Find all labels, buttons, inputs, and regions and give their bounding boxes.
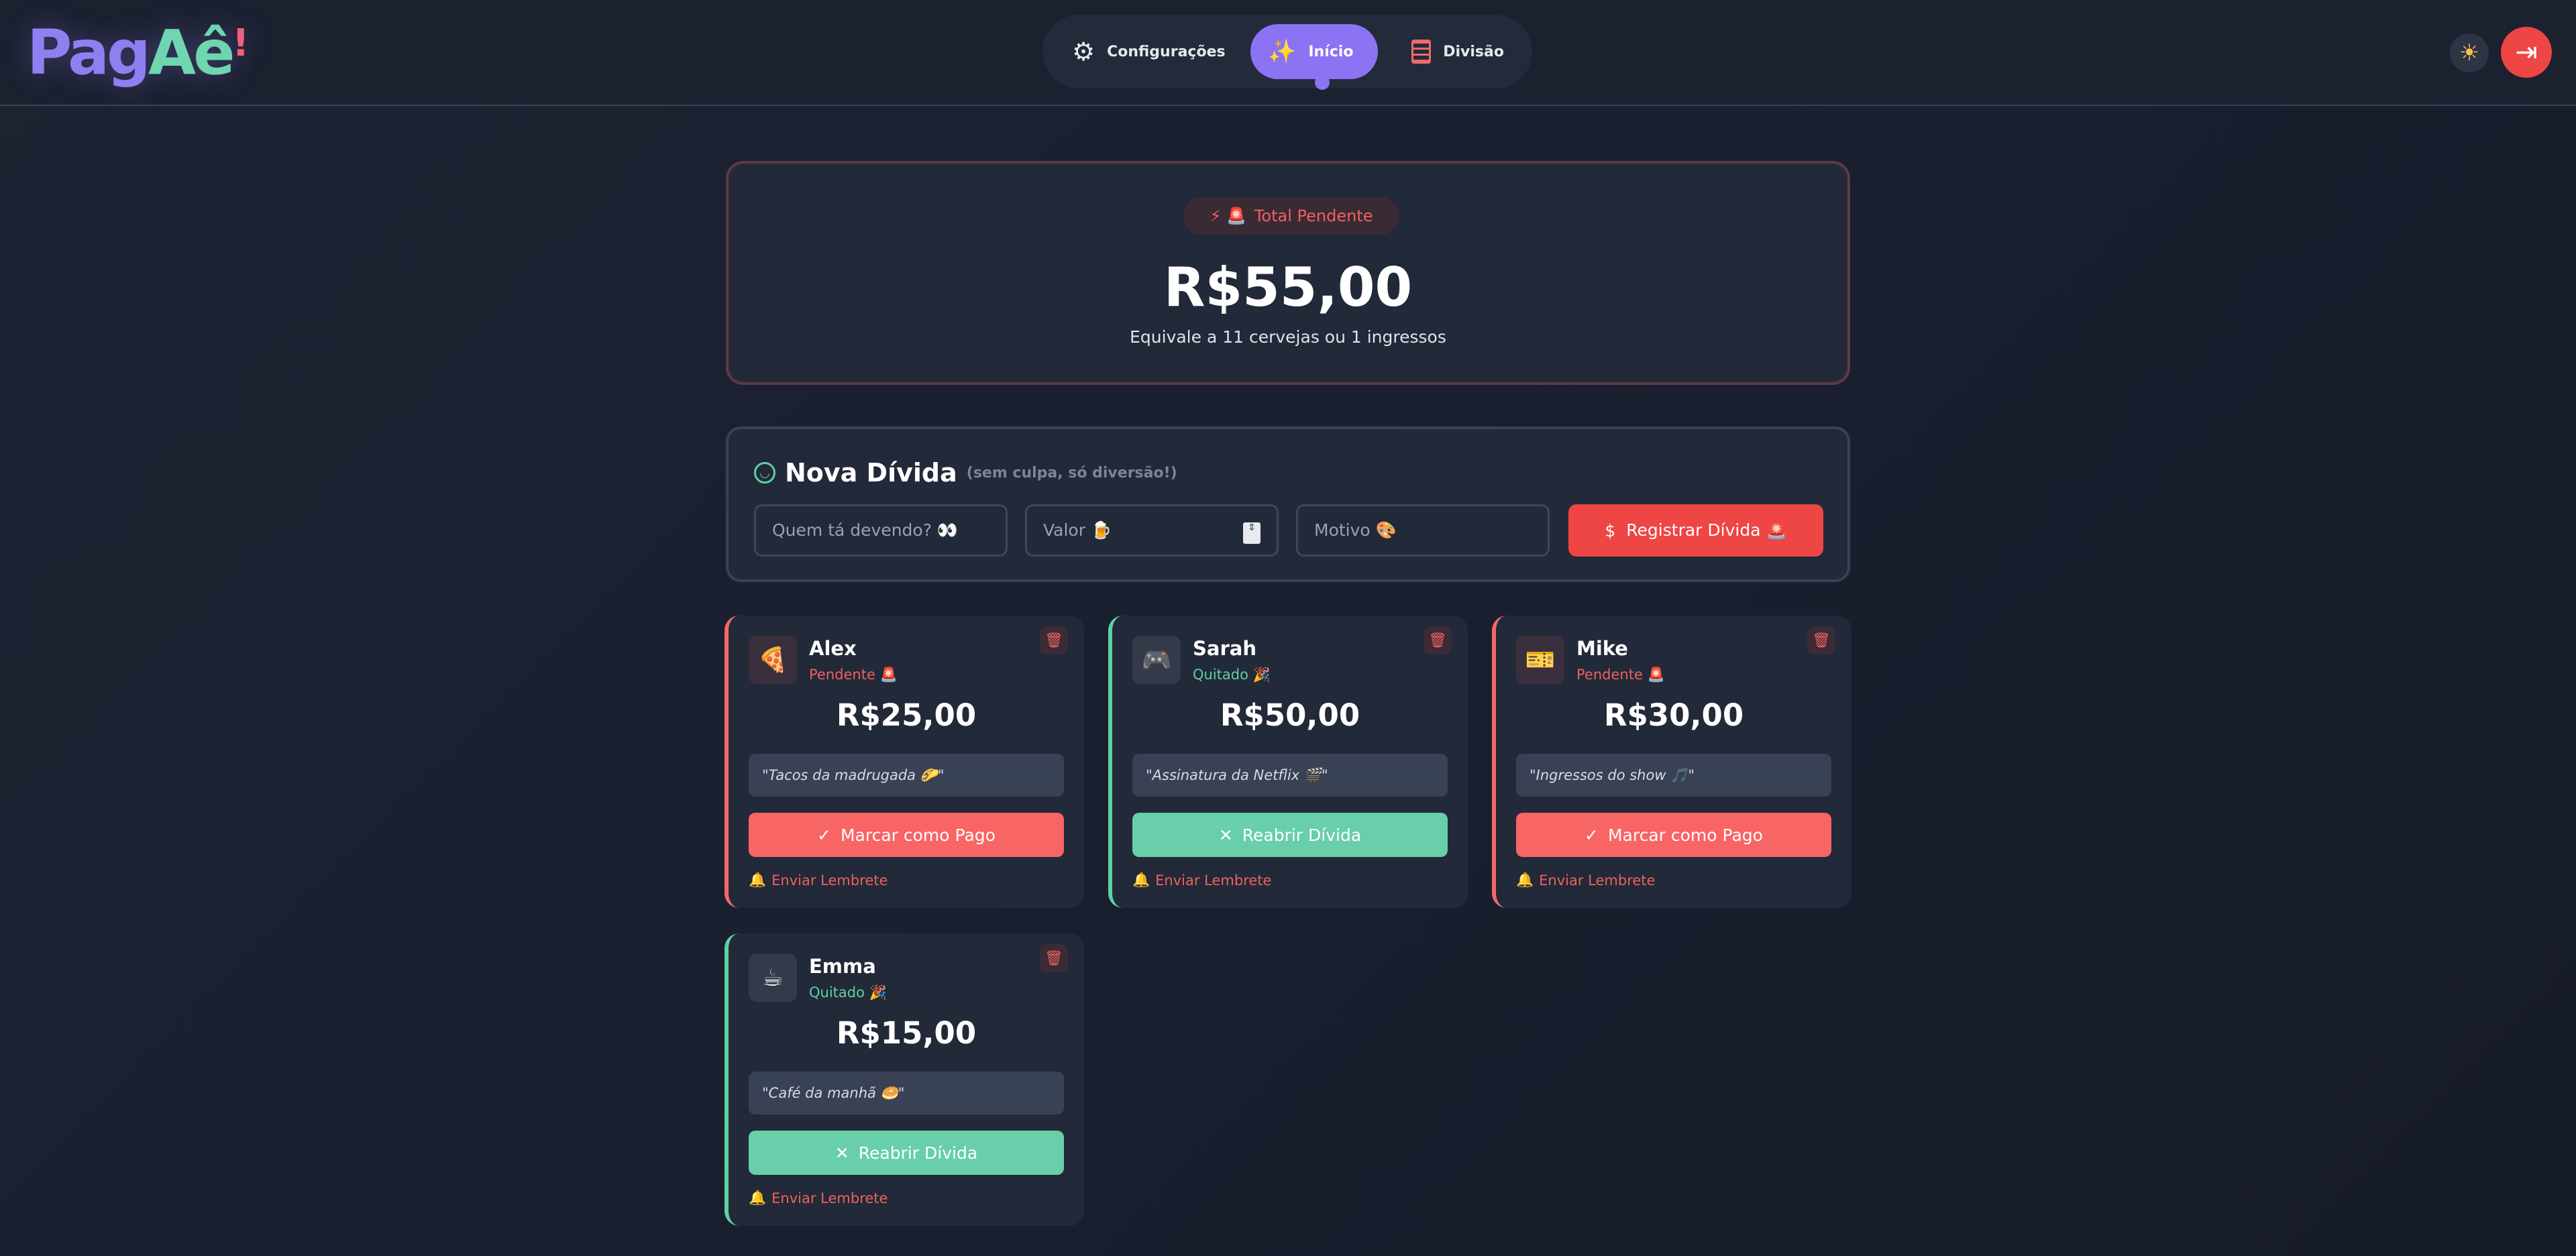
debtor-name-placeholder: Quem tá devendo? 👀 [772, 520, 959, 540]
total-pending-card: ⚡ 🚨 Total Pendente R$55,00 Equivale a 11… [726, 161, 1850, 385]
bell-icon: 🔔 [749, 1190, 767, 1206]
total-pending-badge: ⚡ 🚨 Total Pendente [1183, 197, 1399, 235]
logout-button[interactable]: ⇥ [2501, 27, 2552, 78]
close-icon: ✕ [835, 1143, 849, 1163]
avatar: 🍕 [749, 636, 797, 684]
check-icon: ✓ [1585, 825, 1599, 845]
avatar: 🎮 [1132, 636, 1181, 684]
action-label: Marcar como Pago [1607, 825, 1763, 845]
alert-icons: ⚡ 🚨 [1210, 207, 1246, 225]
status-badge: Quitado 🎉 [1193, 667, 1271, 683]
nav-item-configuracoes[interactable]: ⚙ Configurações [1055, 24, 1226, 79]
sparkles-icon: ✨ [1268, 38, 1297, 65]
check-icon: ✓ [817, 825, 831, 845]
sun-icon: ☀ [2459, 40, 2480, 66]
app-logo[interactable]: PagAê ! [27, 16, 250, 90]
trash-icon: 🗑 [1044, 950, 1063, 967]
mark-paid-button[interactable]: ✓ Marcar como Pago [749, 813, 1064, 857]
reopen-debt-button[interactable]: ✕ Reabrir Dívida [749, 1131, 1064, 1175]
main-nav: ⚙ Configurações ✨ Início Divisão [1042, 15, 1532, 89]
debt-reason: "Tacos da madrugada 🌮" [749, 754, 1064, 797]
dollar-icon: $ [1605, 520, 1616, 540]
trash-icon: 🗑 [1428, 632, 1447, 649]
total-amount: R$55,00 [1163, 256, 1413, 319]
send-reminder-link[interactable]: 🔔 Enviar Lembrete [1516, 872, 1655, 889]
action-label: Marcar como Pago [840, 825, 996, 845]
debt-reason: "Café da manhã 🥯" [749, 1072, 1064, 1115]
avatar: ☕ [749, 954, 797, 1002]
debt-amount: R$50,00 [1220, 697, 1360, 733]
remind-label: Enviar Lembrete [771, 1190, 888, 1206]
total-equivalent: Equivale a 11 cervejas ou 1 ingressos [1130, 327, 1446, 347]
remind-label: Enviar Lembrete [771, 872, 888, 889]
nav-label: Divisão [1443, 43, 1504, 60]
top-bar: PagAê ! ⚙ Configurações ✨ Início Divisão… [0, 0, 2576, 106]
nav-item-divisao[interactable]: Divisão [1394, 24, 1521, 79]
badge-label: Total Pendente [1254, 207, 1373, 225]
register-debt-label: Registrar Dívida 🚨 [1626, 520, 1787, 540]
logo-text-accent: Aê [148, 17, 235, 89]
number-spinner-icon[interactable]: ⇕ [1243, 522, 1260, 544]
logo-text-main: Pag [27, 17, 151, 89]
debtor-card: ☕ Emma Quitado 🎉 🗑 R$15,00 "Café da manh… [724, 933, 1084, 1226]
bell-icon: 🔔 [1132, 872, 1150, 888]
send-reminder-link[interactable]: 🔔 Enviar Lembrete [749, 1190, 888, 1206]
bell-icon: 🔔 [1516, 872, 1534, 888]
debt-reason: "Assinatura da Netflix 🎬" [1132, 754, 1448, 797]
debt-amount: R$15,00 [836, 1015, 977, 1051]
reopen-debt-button[interactable]: ✕ Reabrir Dívida [1132, 813, 1448, 857]
remind-label: Enviar Lembrete [1155, 872, 1272, 889]
delete-button[interactable]: 🗑 [1807, 626, 1835, 654]
action-label: Reabrir Dívida [858, 1143, 978, 1163]
active-nav-indicator [1315, 75, 1330, 90]
debt-value-input[interactable]: Valor 🍺 ⇕ [1025, 504, 1279, 557]
debtor-name: Sarah [1193, 637, 1256, 660]
smile-icon: ◡ [754, 462, 775, 483]
logo-exclamation: ! [232, 21, 250, 65]
debt-reason-placeholder: Motivo 🎨 [1314, 520, 1397, 540]
delete-button[interactable]: 🗑 [1040, 626, 1068, 654]
logout-icon: ⇥ [2515, 37, 2538, 68]
theme-toggle-button[interactable]: ☀ [2450, 34, 2489, 72]
debt-reason-input[interactable]: Motivo 🎨 [1296, 504, 1550, 557]
debt-amount: R$30,00 [1603, 697, 1744, 733]
status-badge: Pendente 🚨 [809, 667, 898, 683]
debtor-name-input[interactable]: Quem tá devendo? 👀 [754, 504, 1008, 557]
register-debt-button[interactable]: $ Registrar Dívida 🚨 [1568, 504, 1823, 557]
debtor-name: Emma [809, 955, 876, 978]
close-icon: ✕ [1218, 825, 1233, 845]
gear-icon: ⚙ [1072, 37, 1095, 66]
send-reminder-link[interactable]: 🔔 Enviar Lembrete [1132, 872, 1271, 889]
debtor-name: Mike [1576, 637, 1628, 660]
debt-value-placeholder: Valor 🍺 [1043, 520, 1112, 540]
status-badge: Pendente 🚨 [1576, 667, 1665, 683]
bell-icon: 🔔 [749, 872, 767, 888]
status-badge: Quitado 🎉 [809, 984, 887, 1001]
mark-paid-button[interactable]: ✓ Marcar como Pago [1516, 813, 1831, 857]
debt-amount: R$25,00 [836, 697, 977, 733]
delete-button[interactable]: 🗑 [1040, 944, 1068, 972]
debtor-card: 🎮 Sarah Quitado 🎉 🗑 R$50,00 "Assinatura … [1108, 616, 1468, 908]
avatar: 🎫 [1516, 636, 1564, 684]
table-icon [1411, 40, 1432, 64]
trash-icon: 🗑 [1044, 632, 1063, 649]
debtor-card: 🎫 Mike Pendente 🚨 🗑 R$30,00 "Ingressos d… [1492, 616, 1851, 908]
delete-button[interactable]: 🗑 [1424, 626, 1452, 654]
debtor-name: Alex [809, 637, 857, 660]
send-reminder-link[interactable]: 🔔 Enviar Lembrete [749, 872, 888, 889]
remind-label: Enviar Lembrete [1539, 872, 1656, 889]
new-debt-header: ◡ Nova Dívida (sem culpa, só diversão!) [754, 456, 1177, 490]
action-label: Reabrir Dívida [1242, 825, 1362, 845]
debtor-card: 🍕 Alex Pendente 🚨 🗑 R$25,00 "Tacos da ma… [724, 616, 1084, 908]
nav-label: Configurações [1107, 43, 1226, 60]
new-debt-subtitle: (sem culpa, só diversão!) [966, 464, 1177, 481]
new-debt-form: ◡ Nova Dívida (sem culpa, só diversão!) … [726, 426, 1850, 582]
new-debt-title: Nova Dívida [785, 458, 957, 488]
debt-reason: "Ingressos do show 🎵" [1516, 754, 1831, 797]
nav-label: Início [1308, 43, 1354, 60]
nav-item-inicio[interactable]: ✨ Início [1250, 24, 1378, 79]
trash-icon: 🗑 [1812, 632, 1831, 649]
